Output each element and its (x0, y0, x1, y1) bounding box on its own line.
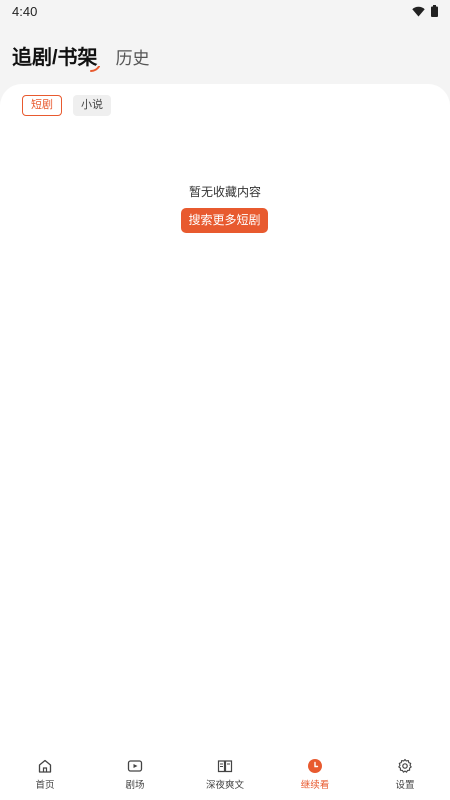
status-time: 4:40 (12, 3, 38, 19)
battery-icon (431, 5, 438, 17)
nav-label-night-reading: 深夜爽文 (205, 780, 244, 791)
filter-chip-short-drama[interactable]: 短剧 (22, 95, 62, 116)
tab-following-label: 追剧/书架 (12, 47, 98, 69)
tab-history-label: 历史 (115, 49, 150, 68)
filter-chips: 短剧 小说 (22, 95, 111, 116)
bottom-nav: 首页 剧场 深夜爽文 继续看 设置 (0, 744, 450, 800)
nav-label-settings: 设置 (395, 780, 415, 791)
nav-label-continue: 继续看 (300, 780, 330, 791)
wifi-icon (412, 6, 425, 16)
gear-icon (398, 758, 412, 773)
tab-history[interactable]: 历史 (116, 44, 150, 70)
content-panel: 短剧 小说 暂无收藏内容 搜索更多短剧 (0, 84, 450, 744)
status-bar: 4:40 (0, 0, 450, 22)
empty-state-message: 暂无收藏内容 (188, 185, 261, 199)
header-tabs: 追剧/书架 历史 (0, 36, 450, 72)
tab-following[interactable]: 追剧/书架 (12, 41, 100, 72)
status-icons (412, 5, 438, 17)
home-icon (38, 759, 52, 773)
nav-item-night-reading[interactable]: 深夜爽文 (180, 744, 270, 800)
play-screen-icon (127, 760, 143, 772)
filter-chip-novel[interactable]: 小说 (73, 95, 111, 116)
nav-item-continue[interactable]: 继续看 (270, 744, 360, 800)
nav-item-home[interactable]: 首页 (0, 744, 90, 800)
book-icon (217, 760, 233, 773)
nav-label-theater: 剧场 (125, 780, 145, 791)
clock-icon (308, 759, 322, 773)
active-tab-indicator (89, 66, 100, 72)
search-more-button[interactable]: 搜索更多短剧 (181, 208, 268, 233)
nav-item-theater[interactable]: 剧场 (90, 744, 180, 800)
nav-item-settings[interactable]: 设置 (360, 744, 450, 800)
nav-label-home: 首页 (35, 780, 55, 791)
